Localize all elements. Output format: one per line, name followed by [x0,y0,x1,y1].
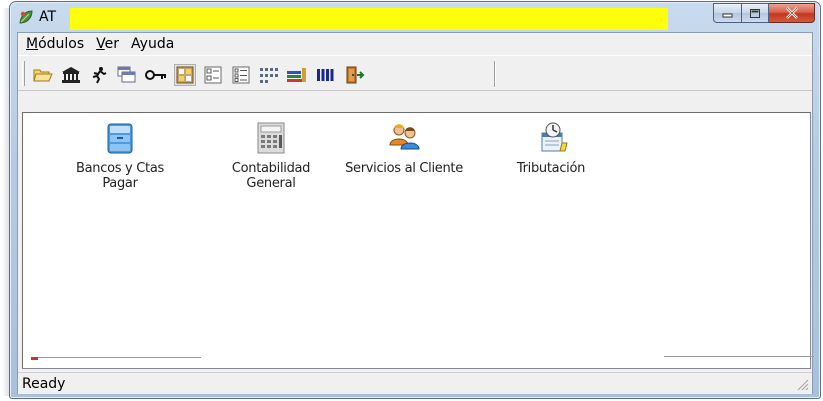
toolbar-list-button[interactable] [230,64,252,86]
details-icon [260,68,278,83]
resize-grip-icon[interactable] [795,377,809,391]
list-icon [232,66,250,84]
cash-drawer-icon [107,123,133,154]
windows-cascade-icon [117,66,136,83]
bank-icon [62,67,80,83]
module-contabilidad-label-line2: General [246,176,296,191]
toolbar-open-button[interactable] [32,64,54,86]
menu-ver-label: er [104,35,120,52]
toolbar-books-button[interactable] [286,64,308,86]
books-icon [287,68,306,82]
menu-ver[interactable]: Ver [92,36,127,52]
small-icons-icon [204,66,222,84]
background-window-edge-right [664,356,814,359]
toolbar-grip[interactable] [22,61,25,86]
customers-icon [389,124,420,150]
app-leaf-icon [19,10,33,24]
module-bancos[interactable]: Bancos y Ctas Pagar [55,121,185,191]
module-tributacion[interactable]: Tributación [486,121,616,176]
menu-ayuda-label: Ayuda [131,35,175,52]
open-folder-icon [33,69,53,82]
maximize-button[interactable] [742,3,769,23]
toolbar-bank-button[interactable] [60,64,82,86]
minimize-icon [722,13,732,18]
status-bar: Ready [18,372,812,394]
caption-buttons [713,3,815,23]
modules-list-view: Bancos y Ctas Pagar Contabilidad General [22,112,811,369]
module-servicios[interactable]: Servicios al Cliente [339,121,469,176]
maximize-icon [750,8,760,18]
toolbar-large-icons-button[interactable] [174,64,196,86]
toolbar-separator [494,61,496,87]
toolbar-exit-button[interactable] [344,64,366,86]
menu-bar: Módulos Ver Ayuda [18,33,812,54]
client-area: Módulos Ver Ayuda Bancos y Ctas Pagar Co… [17,32,813,394]
large-icons-icon [176,66,194,84]
columns-icon [317,69,334,81]
minimize-button[interactable] [713,3,742,23]
close-icon [785,7,798,19]
module-bancos-label-line2: Pagar [102,176,138,191]
module-servicios-label: Servicios al Cliente [345,161,463,176]
menu-ayuda[interactable]: Ayuda [127,36,182,52]
toolbar-small-icons-button[interactable] [202,64,224,86]
menu-modulos-label: ódulos [38,35,85,52]
background-window-marker [31,357,38,360]
menu-modulos[interactable]: Módulos [22,36,92,52]
module-tributacion-label: Tributación [516,161,586,176]
toolbar-key-button[interactable] [145,64,167,86]
menu-ver-mnemonic: V [96,35,105,52]
close-button[interactable] [769,3,815,23]
background-window-edge-left [31,357,201,360]
app-window: AT Módulos Ver Ayuda Bancos y Ctas Pagar… [9,1,821,399]
running-man-icon [92,67,107,84]
exit-door-icon [346,66,365,84]
toolbar-run-button[interactable] [88,64,110,86]
toolbar-details-button[interactable] [258,64,280,86]
key-icon [145,70,166,80]
toolbar-columns-button[interactable] [314,64,336,86]
module-contabilidad[interactable]: Contabilidad General [206,121,336,191]
status-text: Ready [22,376,66,392]
title-bar[interactable]: AT [10,2,820,32]
menu-modulos-mnemonic: M [26,35,39,52]
module-contabilidad-label-line1: Contabilidad [231,161,311,176]
title-redaction [70,8,668,30]
window-title: AT [39,9,57,25]
module-bancos-label-line1: Bancos y Ctas [76,161,164,176]
calculator-icon [257,122,285,154]
tax-icon [541,122,568,152]
toolbar-cascade-button[interactable] [116,64,138,86]
toolbar [18,55,812,91]
